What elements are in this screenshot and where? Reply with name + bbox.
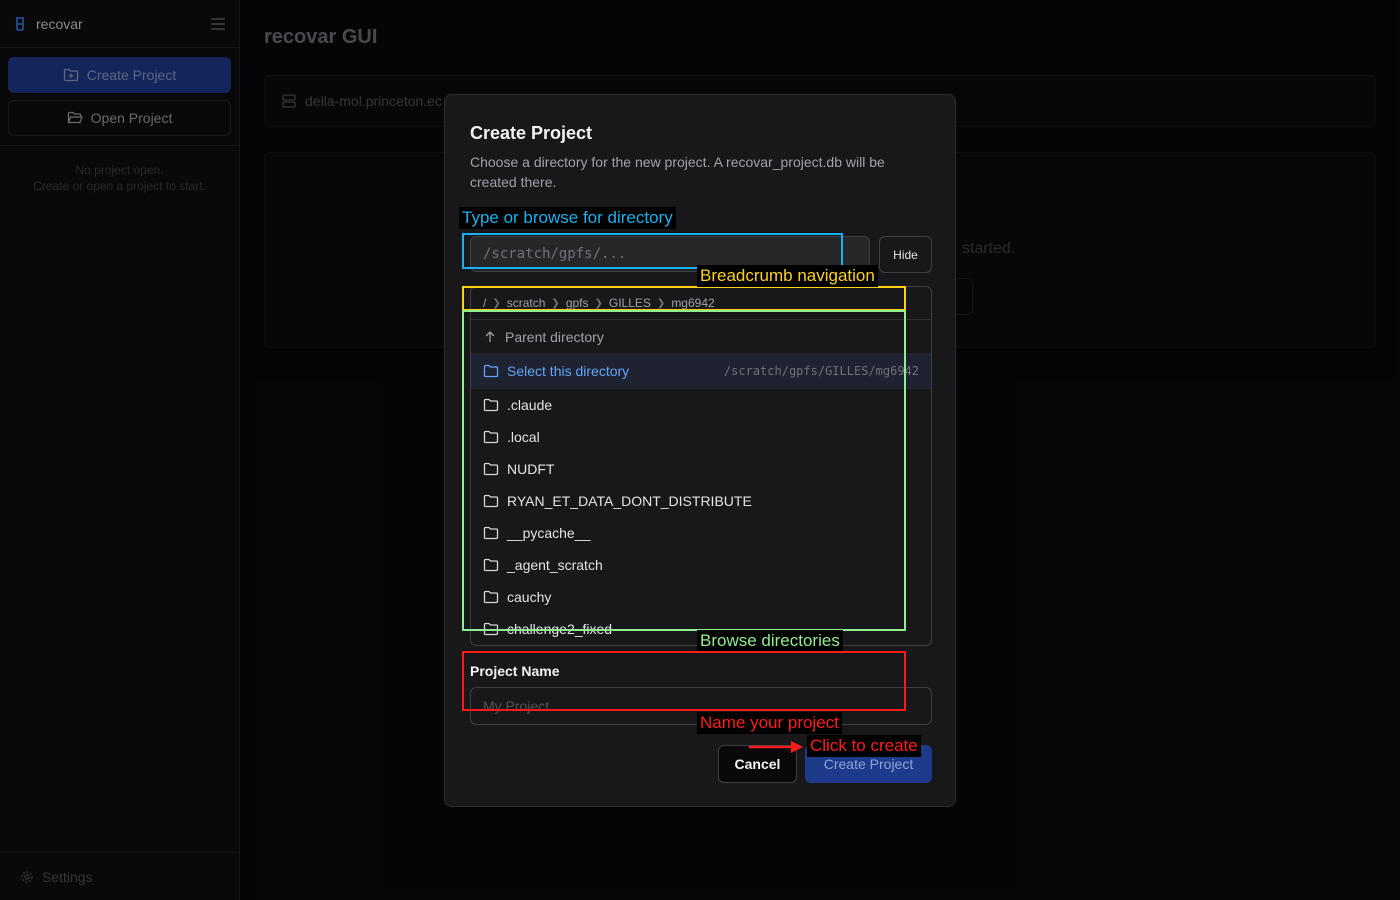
dialog-title: Create Project — [470, 123, 593, 143]
directory-name: cauchy — [507, 589, 552, 605]
arrow-up-icon — [485, 330, 495, 342]
list-item[interactable]: .claude — [471, 389, 931, 421]
app-root: recovar Create Project Open Project No p… — [0, 0, 1400, 900]
directory-name: .claude — [507, 397, 553, 413]
list-item[interactable]: NUDFT — [471, 453, 931, 485]
breadcrumb-root[interactable]: / — [483, 296, 486, 310]
path-input-annotation-label: Type or browse for directory — [459, 207, 676, 229]
chevron-right-icon: ❯ — [551, 297, 560, 309]
select-this-directory-row[interactable]: Select this directory /scratch/gpfs/GILL… — [471, 353, 931, 389]
hide-browser-button[interactable]: Hide — [879, 236, 932, 273]
create-annotation-label: Click to create — [807, 735, 921, 757]
folder-icon — [483, 526, 499, 540]
project-name-label: Project Name — [470, 663, 560, 679]
parent-directory-label: Parent directory — [505, 328, 604, 345]
breadcrumb-annotation-label: Breadcrumb navigation — [697, 265, 878, 287]
breadcrumb-mg6942[interactable]: mg6942 — [671, 296, 714, 310]
folder-icon — [483, 622, 499, 636]
folder-icon — [483, 494, 499, 508]
folder-icon — [483, 430, 499, 444]
chevron-right-icon: ❯ — [656, 297, 666, 309]
selected-path: /scratch/gpfs/GILLES/mg6942 — [723, 364, 919, 378]
list-item[interactable]: .local — [471, 421, 931, 453]
folder-icon — [483, 398, 499, 412]
list-item[interactable]: _agent_scratch — [471, 549, 931, 581]
select-this-directory-label: Select this directory — [507, 363, 630, 379]
folder-icon — [483, 558, 499, 572]
directory-browser: / ❯ scratch ❯ gpfs ❯ GILLES ❯ mg6942 Par… — [470, 286, 932, 646]
directory-name: challenge2_fixed — [507, 621, 613, 637]
breadcrumb: / ❯ scratch ❯ gpfs ❯ GILLES ❯ mg6942 — [471, 287, 931, 320]
arrow-right-icon — [749, 741, 803, 753]
folder-icon — [483, 462, 499, 476]
chevron-right-icon: ❯ — [594, 297, 603, 309]
folder-icon — [483, 590, 499, 604]
list-item[interactable]: cauchy — [471, 581, 931, 613]
chevron-right-icon: ❯ — [492, 297, 501, 309]
breadcrumb-scratch[interactable]: scratch — [507, 296, 546, 310]
project-name-annotation-label: Name your project — [697, 712, 842, 734]
browse-annotation-label: Browse directories — [697, 630, 843, 652]
directory-list: .claude .local NUDFT RYAN_ET_DATA_DONT_D… — [471, 389, 931, 645]
list-item[interactable]: RYAN_ET_DATA_DONT_DISTRIBUTE — [471, 485, 931, 517]
directory-name: __pycache__ — [507, 525, 591, 541]
directory-name: .local — [507, 429, 540, 445]
create-project-dialog: Create Project Choose a directory for th… — [444, 94, 956, 807]
directory-name: NUDFT — [507, 461, 555, 477]
directory-name: _agent_scratch — [507, 557, 603, 573]
list-item[interactable]: __pycache__ — [471, 517, 931, 549]
parent-directory-row[interactable]: Parent directory — [471, 320, 931, 353]
breadcrumb-gilles[interactable]: GILLES — [609, 296, 651, 310]
breadcrumb-gpfs[interactable]: gpfs — [566, 296, 589, 310]
dialog-description: Choose a directory for the new project. … — [470, 154, 885, 190]
directory-name: RYAN_ET_DATA_DONT_DISTRIBUTE — [507, 493, 752, 509]
folder-icon — [483, 364, 499, 378]
